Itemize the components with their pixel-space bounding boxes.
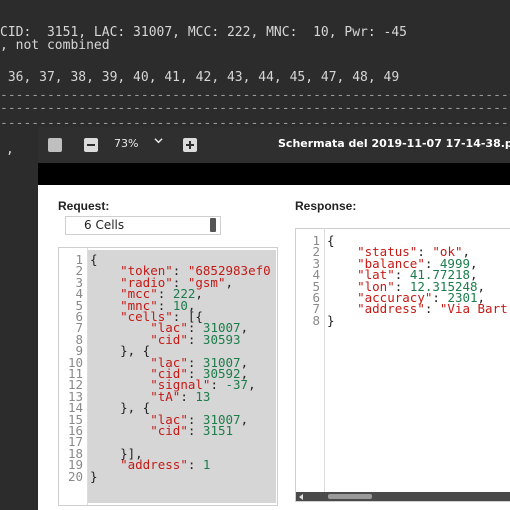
- terminal-line: 36, 37, 38, 39, 40, 41, 42, 43, 44, 45, …: [0, 70, 400, 85]
- code-text: }: [327, 312, 335, 328]
- zoom-in-icon[interactable]: [183, 138, 197, 152]
- sidebar-icon[interactable]: [48, 138, 62, 152]
- code-text: "address": 1: [120, 457, 211, 473]
- viewer-title: Schermata del 2019-11-07 17-14-38.pn: [278, 137, 510, 150]
- scrollbar-thumb[interactable]: [328, 494, 372, 499]
- viewer-toolbar: 73% Schermata del 2019-11-07 17-14-38.pn: [38, 127, 510, 163]
- response-code-editor[interactable]: 1{2 "status": "ok", 3 "balance": 4999, 4 "…: [295, 228, 510, 502]
- zoom-out-icon[interactable]: [84, 138, 98, 152]
- request-label: Request:: [58, 199, 110, 213]
- response-label: Response:: [295, 199, 357, 213]
- zoom-level[interactable]: 73%: [114, 137, 138, 150]
- terminal-line: , not combined: [0, 38, 110, 53]
- terminal-line: ,: [6, 142, 14, 157]
- code-text: "address": "Via Bart: [357, 301, 508, 317]
- scroll-left-icon[interactable]: [299, 494, 303, 500]
- chevron-down-icon[interactable]: [154, 136, 163, 145]
- horizontal-scrollbar[interactable]: [296, 492, 510, 501]
- scroll-handle-icon[interactable]: [210, 218, 216, 232]
- terminal-divider: ----------------------------------------…: [0, 101, 509, 116]
- line-number: 20: [67, 468, 83, 484]
- cells-select-value: 6 Cells: [84, 218, 125, 232]
- viewer-header-strip: [38, 163, 510, 185]
- request-code-editor[interactable]: 1{2 "token": "6852983ef0 3 "radio": "gsm"…: [58, 247, 278, 506]
- line-number: 8: [312, 312, 320, 328]
- code-text: }: [90, 468, 98, 484]
- cells-select[interactable]: 6 Cells: [65, 216, 221, 235]
- code-text: "cid": 3151: [150, 423, 234, 438]
